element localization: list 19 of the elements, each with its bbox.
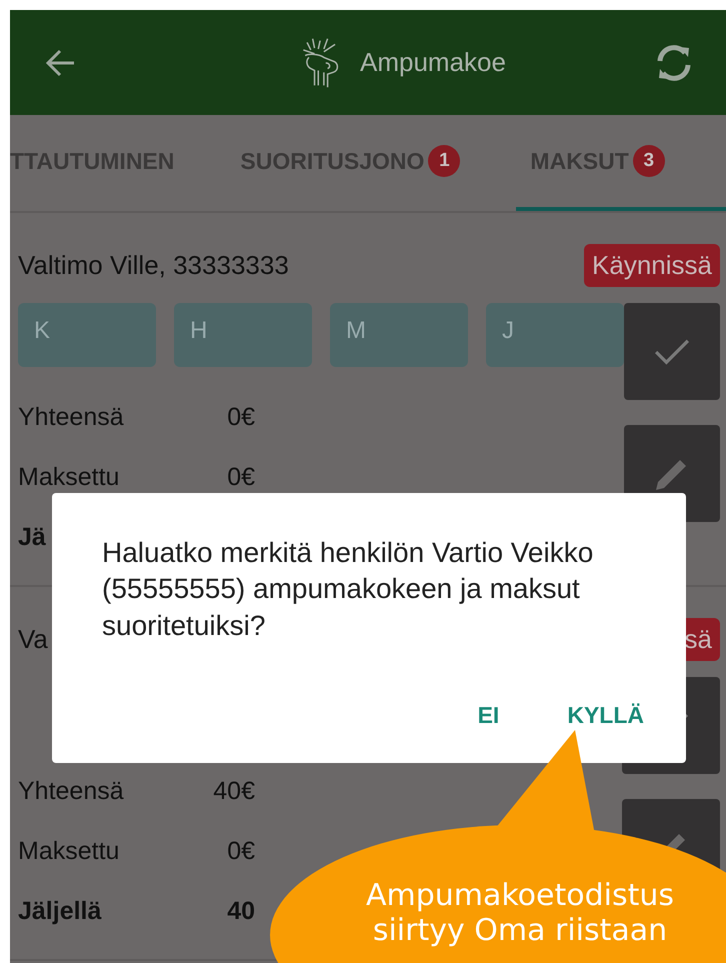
row-value: 40€ — [212, 776, 255, 806]
row-label: Maksettu — [18, 836, 120, 866]
row-label: Yhteensä — [18, 776, 125, 806]
row-value: 40 — [226, 896, 255, 926]
status-badge: Käynnissä — [584, 244, 720, 286]
count-badge: 3 — [632, 145, 665, 177]
row-value: 0€ — [226, 836, 255, 866]
dialog-message: Haluatko merkitä henkilön Vartio Veikko (55555555) ampumakokeen ja maksut suoritetuiksi? — [102, 536, 594, 643]
app-title: Ampumakoe — [360, 47, 506, 78]
row-value: 0€ — [226, 402, 255, 432]
row-label: Maksettu — [18, 462, 120, 492]
row-label: Jäljellä — [18, 896, 102, 926]
callout-text: Ampumakoetodistus siirtyy Oma riistaan — [364, 878, 676, 949]
row-value: 0€ — [226, 462, 255, 492]
count-badge: 1 — [428, 145, 460, 177]
person-name: Valtimo Ville, 33333333 — [18, 250, 289, 280]
person-name: Va — [18, 624, 48, 654]
row-label: Yhteensä — [18, 402, 125, 432]
row-label: Jä — [18, 522, 47, 552]
